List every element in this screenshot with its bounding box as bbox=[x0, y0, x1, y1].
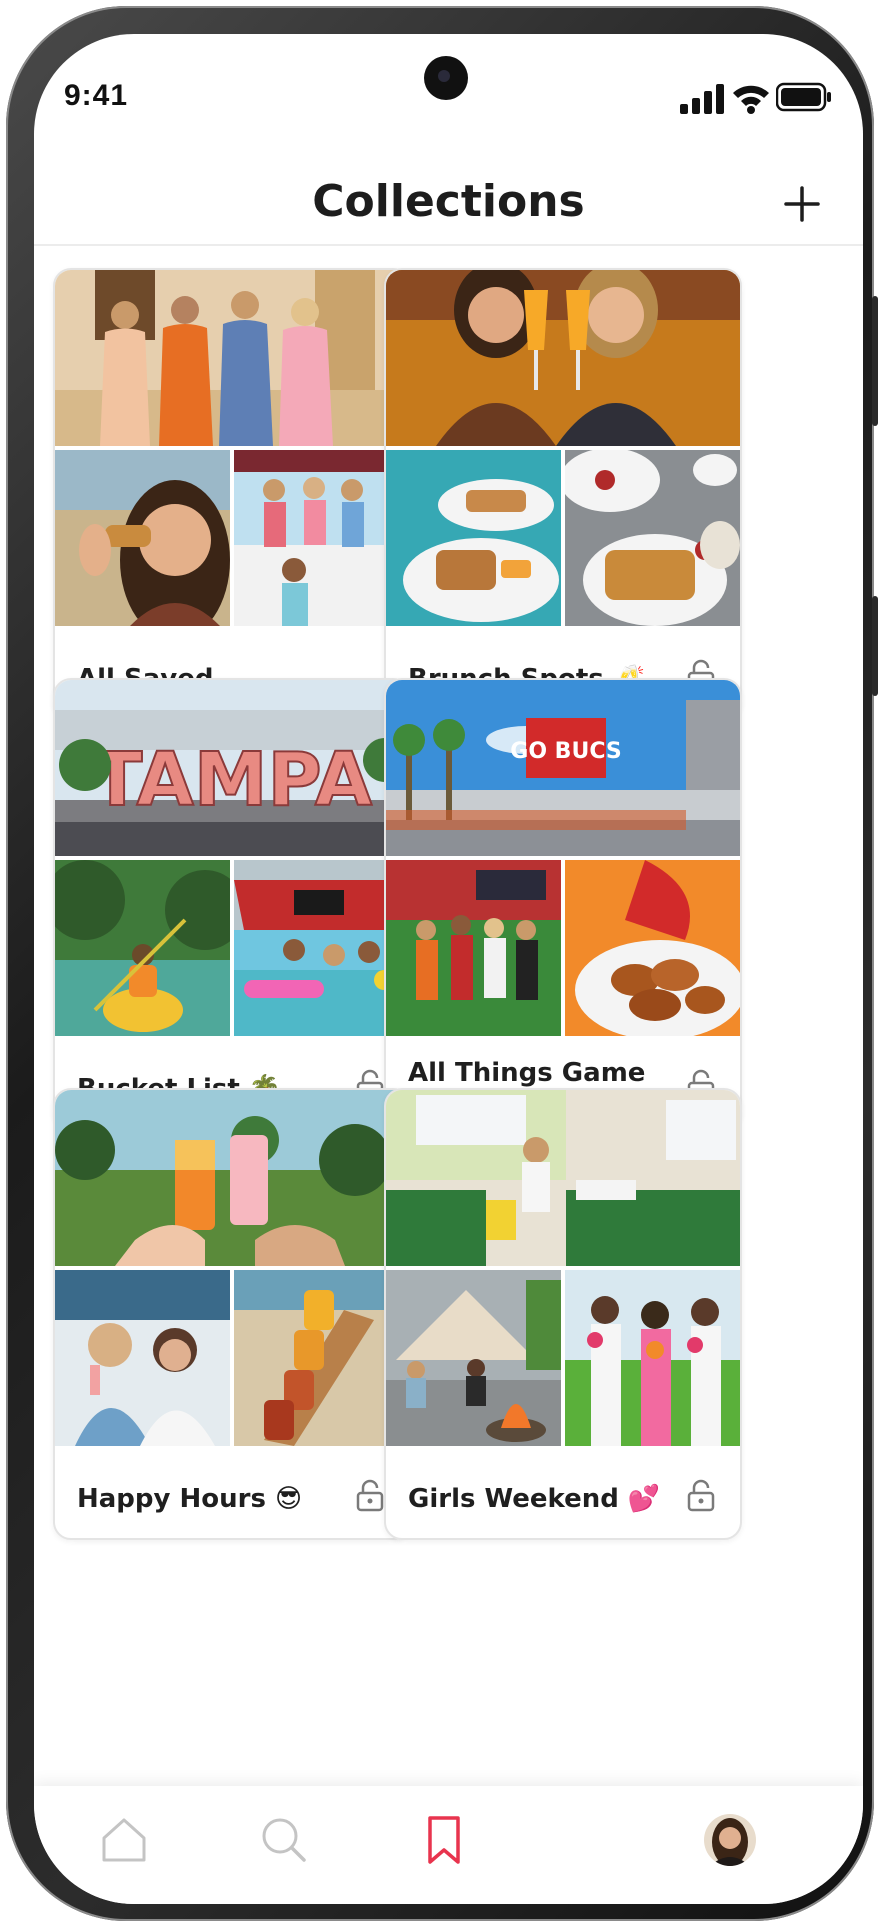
photo-stadium: GO BUCS bbox=[386, 680, 740, 856]
collection-card-game-day[interactable]: GO BUCS All Things Game bbox=[384, 678, 742, 1130]
photo-tropical-bedroom bbox=[386, 1090, 740, 1266]
cellular-signal-icon bbox=[680, 84, 724, 114]
photo-chicken-wings bbox=[565, 860, 740, 1036]
avatar-image bbox=[704, 1814, 756, 1866]
photo-cocktails-toast bbox=[55, 1090, 409, 1266]
profile-avatar[interactable] bbox=[704, 1814, 756, 1866]
page-title: Collections bbox=[312, 176, 585, 227]
collection-card-happy-hours[interactable]: Happy Hours 😎 bbox=[53, 1088, 411, 1540]
screen: 9:41 Collections TAMPA GO BUCS All Thing… bbox=[34, 34, 863, 1904]
side-button bbox=[872, 296, 878, 426]
photo-kayak bbox=[55, 860, 230, 1036]
bucs-sign-text: GO BUCS bbox=[510, 739, 621, 764]
photo-girls-flowers bbox=[565, 1270, 740, 1446]
collection-label: Happy Hours 😎 bbox=[77, 1484, 303, 1514]
side-button bbox=[872, 596, 878, 696]
wifi-icon bbox=[733, 85, 769, 114]
photo-boat-party bbox=[234, 450, 409, 626]
photo-glamping-firepit bbox=[386, 1270, 561, 1446]
photo-brunch-plate bbox=[386, 450, 561, 626]
photo-friends-drinks bbox=[55, 1270, 230, 1446]
photo-football-field-group bbox=[386, 860, 561, 1036]
add-collection-button[interactable] bbox=[782, 184, 822, 224]
photo-woman-sandwich bbox=[55, 450, 230, 626]
photo-mimosa-toast bbox=[386, 270, 740, 446]
collection-card-brunch-spots[interactable]: Brunch Spots 🥂 bbox=[384, 268, 742, 720]
status-bar: 9:41 bbox=[34, 34, 863, 154]
photo-tampa-sign: TAMPA bbox=[55, 680, 409, 856]
search-icon[interactable] bbox=[258, 1814, 310, 1866]
bookmark-icon[interactable] bbox=[418, 1814, 470, 1866]
status-time: 9:41 bbox=[64, 79, 129, 112]
battery-icon bbox=[776, 82, 831, 112]
home-indicator bbox=[354, 1882, 544, 1888]
home-icon[interactable] bbox=[98, 1814, 150, 1866]
collection-card-girls-weekend[interactable]: Girls Weekend 💕 bbox=[384, 1088, 742, 1540]
collection-label: Girls Weekend 💕 bbox=[408, 1484, 661, 1514]
app-header: Collections bbox=[34, 164, 863, 246]
lock-icon[interactable] bbox=[686, 1478, 716, 1512]
photo-beer-flight bbox=[234, 1270, 409, 1446]
collection-card-bucket-list[interactable]: TAMPA bbox=[53, 678, 411, 1130]
lock-icon[interactable] bbox=[355, 1478, 385, 1512]
phone-frame: 9:41 Collections TAMPA GO BUCS All Thing… bbox=[6, 6, 878, 1921]
photo-fries-plate bbox=[565, 450, 740, 626]
photo-friends-group bbox=[55, 270, 409, 446]
photo-pirate-ship-pool bbox=[234, 860, 409, 1036]
front-camera bbox=[424, 56, 468, 100]
collection-card-all-saved[interactable]: All Saved bbox=[53, 268, 411, 720]
collections-grid: All Saved bbox=[34, 246, 863, 1786]
tampa-sign-text: TAMPA bbox=[92, 737, 372, 823]
